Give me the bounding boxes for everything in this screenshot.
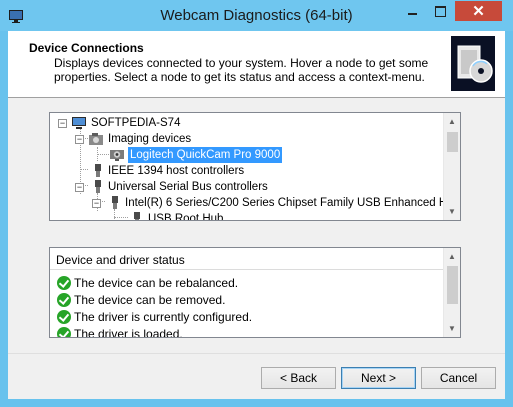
collapse-toggle-icon[interactable]: − (75, 135, 84, 144)
device-tree[interactable]: − SOFTPEDIA-S74 − Imaging devices Logite… (49, 112, 461, 221)
tree-node-computer[interactable]: − SOFTPEDIA-S74 (58, 115, 438, 131)
computer-icon (72, 117, 86, 129)
scroll-down-icon[interactable]: ▼ (444, 320, 460, 337)
divider (8, 353, 505, 354)
device-status-list[interactable]: Device and driver status The device can … (49, 247, 461, 338)
tree-node-label: IEEE 1394 host controllers (108, 165, 245, 177)
tree-node-ieee1394[interactable]: IEEE 1394 host controllers (75, 163, 435, 179)
app-window: Webcam Diagnostics (64-bit) ✕ Device Con… (0, 0, 513, 407)
webcam-icon (110, 150, 124, 161)
wizard-header: Device Connections Displays devices conn… (8, 31, 505, 98)
status-item-text: The driver is currently configured. (74, 310, 253, 324)
cancel-button[interactable]: Cancel (421, 367, 496, 389)
status-item-text: The device can be rebalanced. (74, 276, 239, 290)
tree-node-imaging-devices[interactable]: − Imaging devices (75, 131, 435, 147)
scroll-up-icon[interactable]: ▲ (444, 113, 460, 130)
firewire-icon (95, 164, 101, 177)
check-icon (57, 293, 71, 307)
scroll-thumb[interactable] (447, 266, 458, 304)
wizard-client: Device Connections Displays devices conn… (8, 31, 505, 399)
scroll-down-icon[interactable]: ▼ (444, 203, 460, 220)
back-button[interactable]: < Back (261, 367, 336, 389)
collapse-toggle-icon[interactable]: − (75, 183, 84, 192)
webcam-diagnostics-logo-icon (451, 36, 495, 91)
scroll-thumb[interactable] (447, 132, 458, 152)
tree-node-label: Intel(R) 6 Series/C200 Series Chipset Fa… (125, 197, 461, 209)
close-icon: ✕ (472, 3, 485, 20)
tree-node-label: SOFTPEDIA-S74 (91, 117, 181, 129)
divider (50, 269, 445, 270)
tree-node-intel-usb-host[interactable]: − Intel(R) 6 Series/C200 Series Chipset … (92, 195, 460, 211)
check-icon (57, 310, 71, 324)
check-icon (57, 327, 71, 337)
status-vertical-scrollbar[interactable]: ▲ ▼ (443, 248, 460, 337)
collapse-toggle-icon[interactable]: − (92, 199, 101, 208)
tree-node-label: Logitech QuickCam Pro 9000 (128, 147, 283, 163)
usb-icon (95, 180, 101, 193)
usb-icon (112, 196, 118, 209)
status-item-text: The driver is loaded. (74, 327, 183, 338)
tree-node-label: Imaging devices (108, 133, 192, 145)
close-button[interactable]: ✕ (455, 1, 502, 21)
camera-folder-icon (89, 133, 103, 145)
minimize-button[interactable] (398, 1, 427, 21)
tree-node-label: USB Root Hub (148, 213, 224, 221)
page-description: Displays devices connected to your syste… (54, 56, 429, 84)
usb-hub-icon (134, 212, 140, 220)
tree-node-usb-controllers[interactable]: − Universal Serial Bus controllers (75, 179, 435, 195)
tree-vertical-scrollbar[interactable]: ▲ ▼ (443, 113, 460, 220)
tree-node-label: Universal Serial Bus controllers (108, 181, 268, 193)
title-bar[interactable]: Webcam Diagnostics (64-bit) ✕ (0, 0, 513, 31)
next-button[interactable]: Next > (341, 367, 416, 389)
check-icon (57, 276, 71, 290)
tree-node-logitech-webcam[interactable]: Logitech QuickCam Pro 9000 (109, 147, 409, 163)
tree-node-usb-root-hub[interactable]: USB Root Hub (130, 211, 430, 221)
collapse-toggle-icon[interactable]: − (58, 119, 67, 128)
scroll-up-icon[interactable]: ▲ (444, 248, 460, 265)
status-item-text: The device can be removed. (74, 293, 226, 307)
page-title: Device Connections (29, 41, 144, 55)
status-list-header: Device and driver status (56, 253, 185, 267)
maximize-button[interactable] (426, 1, 453, 21)
